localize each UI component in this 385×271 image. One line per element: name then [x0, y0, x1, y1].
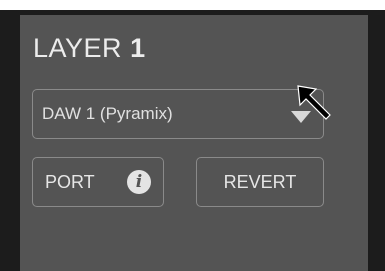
source-select-value: DAW 1 (Pyramix) [42, 104, 173, 123]
layer-title: LAYER 1 [33, 33, 146, 64]
layer-title-prefix: LAYER [33, 33, 123, 63]
arrow-cursor-icon [297, 85, 331, 120]
layer-title-number: 1 [130, 33, 146, 63]
source-select[interactable]: DAW 1 (Pyramix) [32, 89, 324, 139]
top-edge [0, 0, 385, 10]
revert-button-label: REVERT [223, 172, 297, 192]
info-icon[interactable]: i [127, 170, 151, 194]
port-button-label: PORT [45, 172, 95, 192]
revert-button[interactable]: REVERT [196, 157, 324, 207]
port-button[interactable]: PORT i [32, 157, 164, 207]
